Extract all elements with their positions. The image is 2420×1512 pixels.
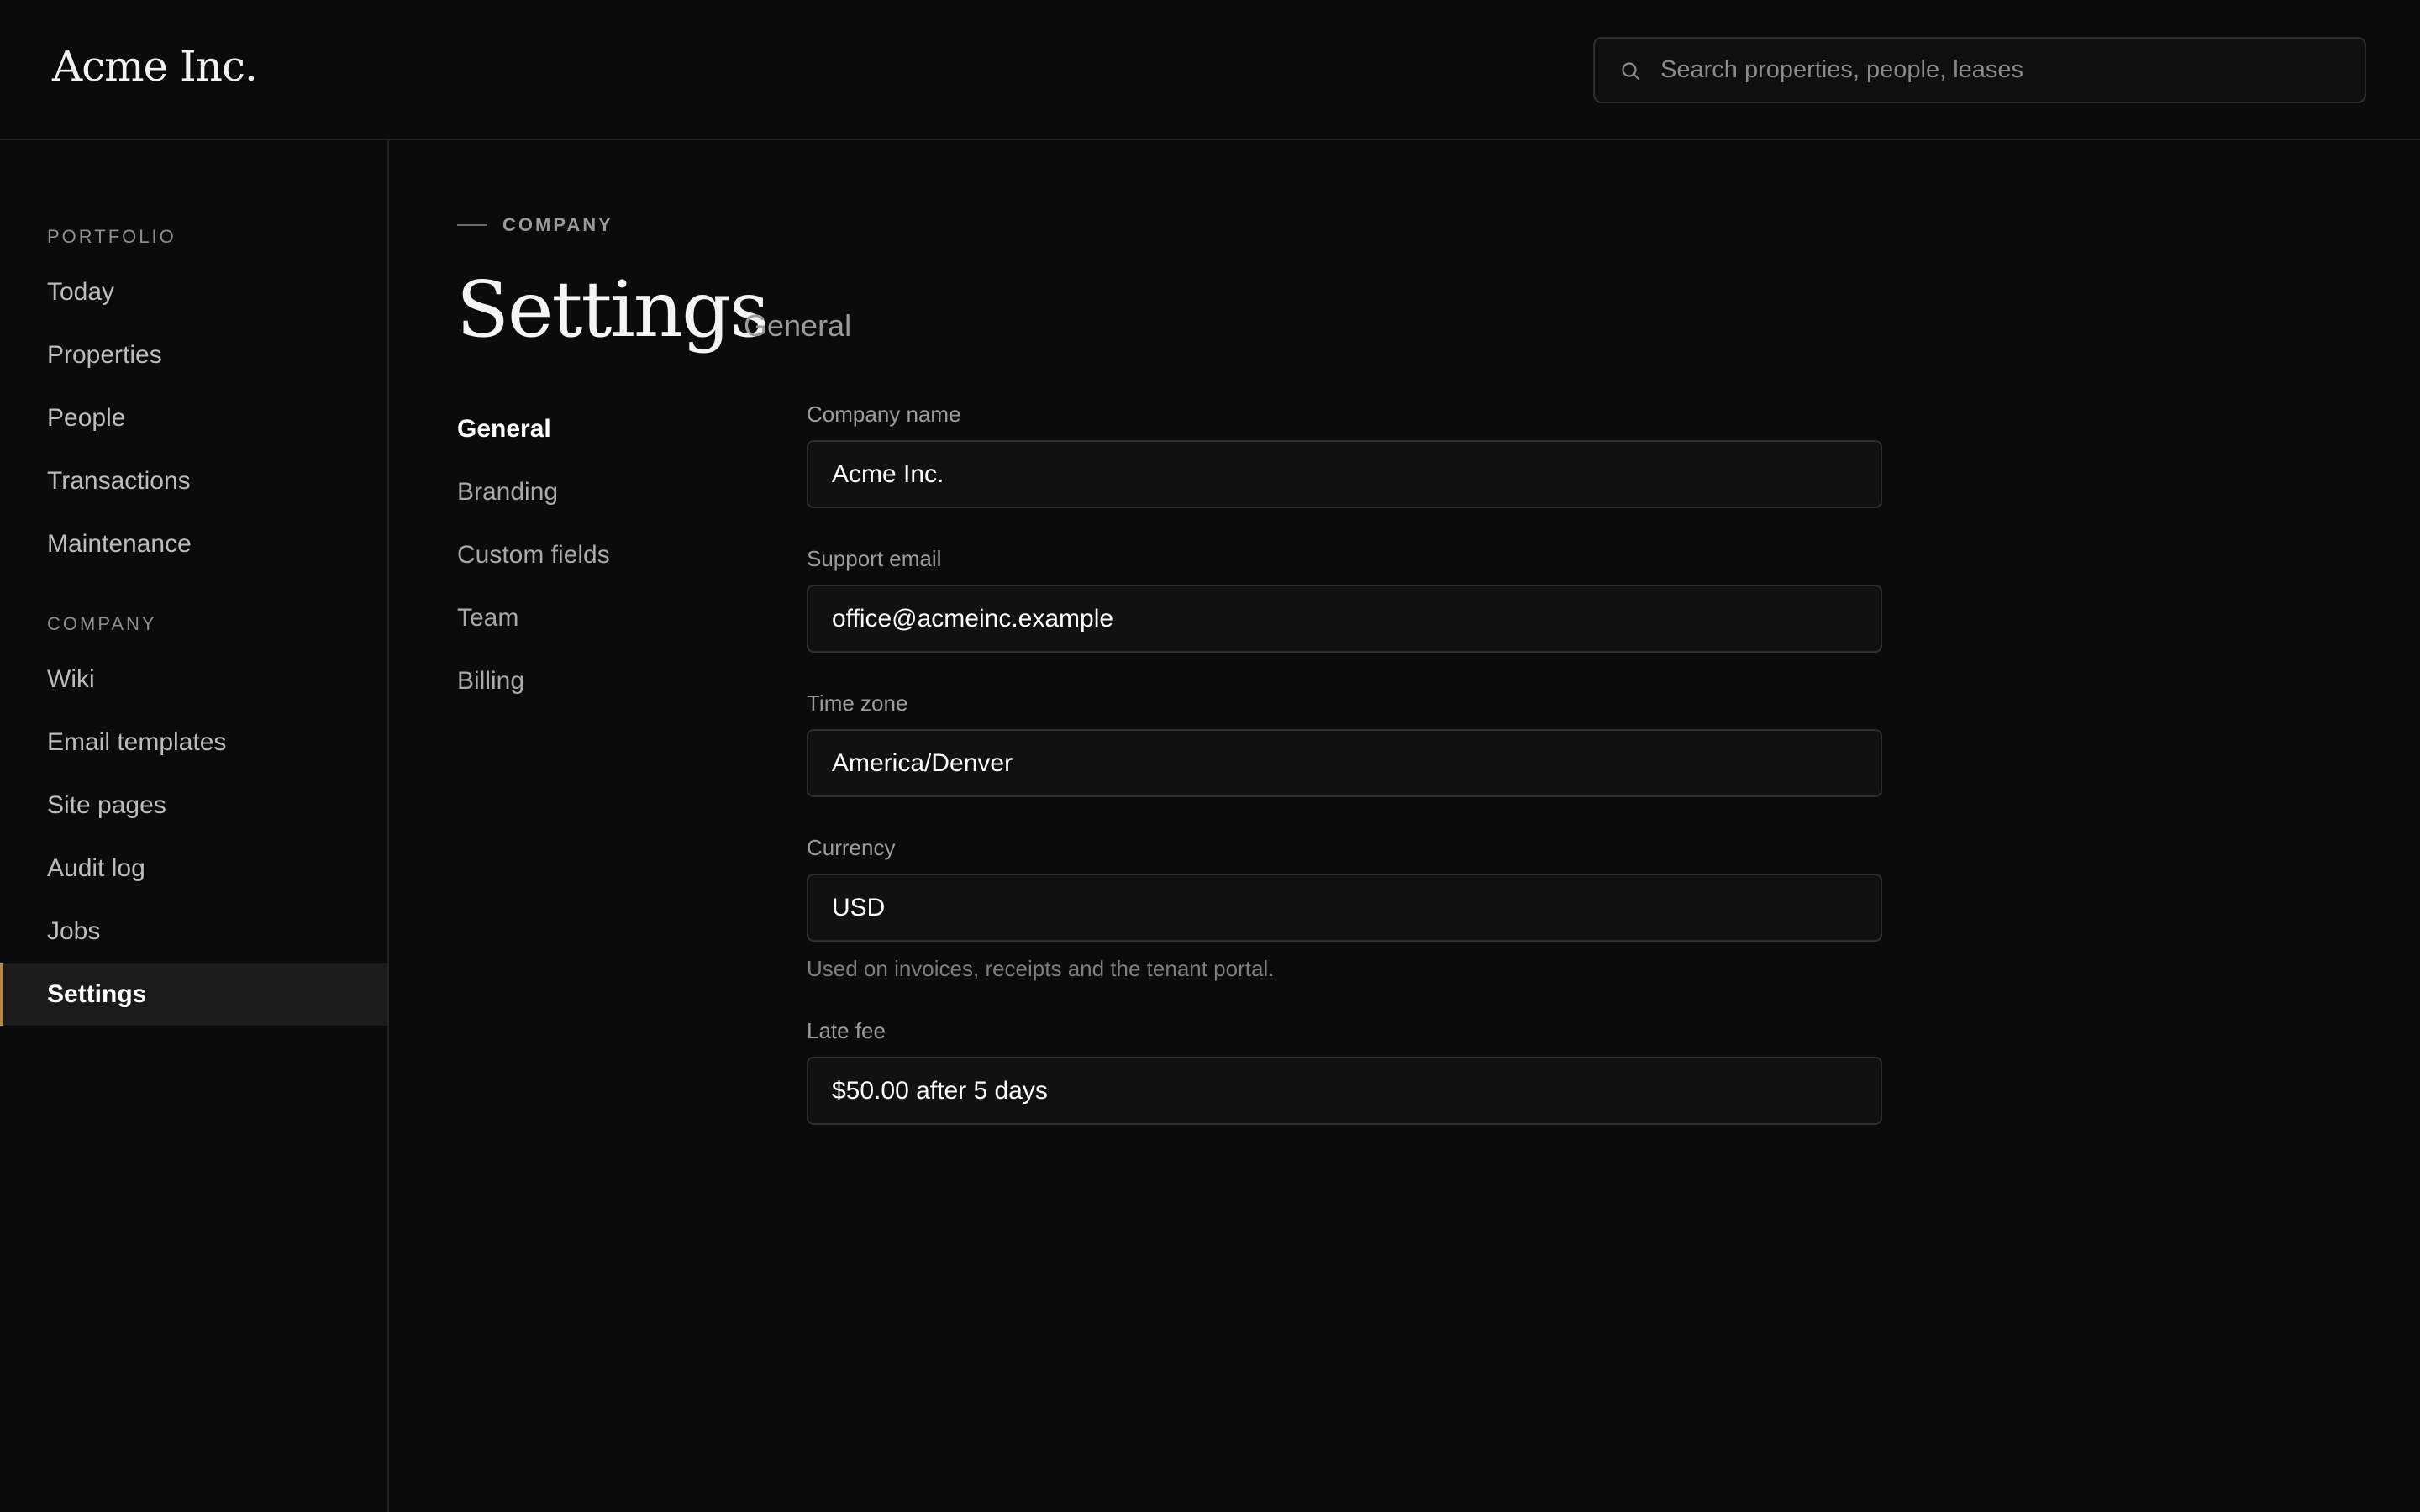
sidebar-item-audit-log[interactable]: Audit log [0,837,387,900]
sidebar-section-portfolio: PORTFOLIO [47,226,176,247]
sidebar-item-settings[interactable]: Settings [0,963,387,1026]
page-subtitle: General [744,308,852,343]
sidebar-item-wiki[interactable]: Wiki [0,648,387,711]
breadcrumb-section: COMPANY [502,214,613,235]
currency-help-text: Used on invoices, receipts and the tenan… [807,956,1275,981]
support-email-field[interactable] [807,585,1882,653]
sidebar-item-today[interactable]: Today [0,261,387,323]
time-zone-label: Time zone [807,690,908,716]
late-fee-label: Late fee [807,1018,886,1043]
top-header: Acme Inc. [0,0,2420,140]
main-content: COMPANY Settings General General Brandin… [389,140,2420,1512]
eyebrow-divider [457,224,487,226]
settings-tab-branding[interactable]: Branding [457,478,558,507]
sidebar-item-transactions[interactable]: Transactions [0,450,387,512]
settings-tab-team[interactable]: Team [457,604,518,633]
sidebar-section-company: COMPANY [47,613,157,634]
currency-field[interactable] [807,874,1882,942]
company-name-field[interactable] [807,440,1882,508]
sidebar-item-people[interactable]: People [0,387,387,449]
settings-tab-custom-fields[interactable]: Custom fields [457,541,610,570]
time-zone-field[interactable] [807,729,1882,797]
sidebar-item-site-pages[interactable]: Site pages [0,774,387,837]
currency-label: Currency [807,835,896,860]
sidebar-item-email-templates[interactable]: Email templates [0,711,387,774]
app-window: Acme Inc. PORTFOLIO Today Properties Peo… [0,0,2420,1512]
page-title: Settings [456,265,769,354]
company-logo[interactable]: Acme Inc. [52,42,258,91]
company-name-label: Company name [807,402,961,427]
search-input[interactable] [1660,39,2349,102]
settings-tab-general[interactable]: General [457,415,551,444]
sidebar-item-maintenance[interactable]: Maintenance [0,513,387,575]
support-email-label: Support email [807,546,942,571]
sidebar-item-properties[interactable]: Properties [0,324,387,386]
global-search[interactable] [1593,37,2366,103]
settings-tab-billing[interactable]: Billing [457,667,524,696]
sidebar-item-jobs[interactable]: Jobs [0,900,387,963]
breadcrumb: COMPANY [457,214,613,236]
late-fee-field[interactable] [807,1057,1882,1125]
search-icon [1620,60,1642,82]
sidebar: PORTFOLIO Today Properties People Transa… [0,140,389,1512]
